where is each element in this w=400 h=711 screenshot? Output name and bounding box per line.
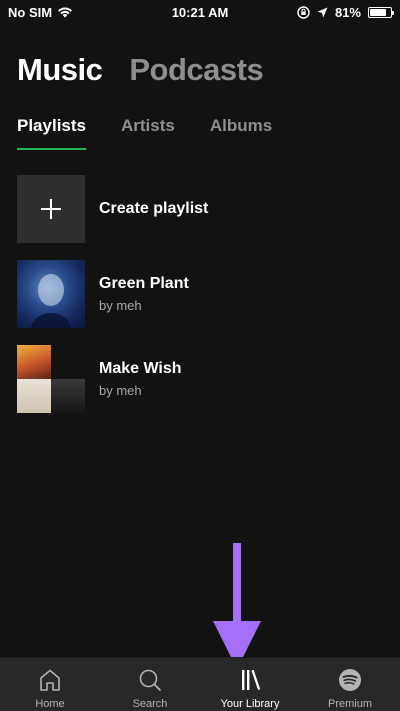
carrier-label: No SIM [8,4,53,20]
tab-premium[interactable]: Premium [300,658,400,711]
spotify-icon [339,669,361,691]
library-icon [242,669,261,690]
tab-your-library[interactable]: Your Library [200,658,300,711]
status-left: No SIM [8,5,73,20]
mosaic-tile [17,378,51,413]
library-header: Music Podcasts [17,52,264,88]
tab-music[interactable]: Music [17,52,103,88]
status-bar: No SIM 10:21 AM 81% [0,0,400,24]
search-icon [139,669,161,691]
playlist-cover-mosaic [17,344,85,413]
library-subtabs: Playlists Artists Albums [17,116,272,150]
tab-podcasts[interactable]: Podcasts [129,52,263,88]
status-right: 81% [297,4,394,20]
tab-search[interactable]: Search [100,658,200,711]
tab-home-label: Home [35,698,65,710]
battery-fill [370,8,387,16]
home-icon [40,669,60,691]
playlist-owner: by meh [99,297,142,313]
battery-percent: 81% [334,4,361,20]
playlist-title: Make Wish [99,359,182,377]
playlist-text: Green Plant by meh [99,275,189,313]
tab-your-library-label: Your Library [220,698,280,710]
create-playlist-tile [17,174,85,243]
subtab-playlists[interactable]: Playlists [17,116,86,150]
annotation-arrow [213,543,261,669]
subtab-artists[interactable]: Artists [121,116,175,146]
create-playlist-text: Create playlist [99,200,208,218]
playlist-row[interactable]: Green Plant by meh [17,251,387,336]
playlist-cover-image [17,259,85,328]
create-playlist-label: Create playlist [99,199,209,217]
battery-icon [368,6,394,18]
subtab-albums[interactable]: Albums [210,116,272,146]
tab-search-label: Search [132,698,168,710]
mosaic-tile [51,344,85,379]
cover-figure [31,273,71,328]
playlist-row[interactable]: Make Wish by meh [17,336,387,421]
mosaic-tile [17,344,51,379]
playlist-title: Green Plant [99,274,189,292]
tab-premium-label: Premium [327,698,372,710]
playlist-text: Make Wish by meh [99,360,182,398]
tab-home[interactable]: Home [0,658,100,711]
create-playlist-row[interactable]: Create playlist [17,166,387,251]
wifi-icon [58,7,73,18]
mosaic-tile [51,378,85,413]
bottom-tab-bar: Home Search Your Library Premium [0,657,400,711]
playlist-owner: by meh [99,382,142,398]
location-icon [317,7,328,17]
orientation-lock-icon [297,5,310,19]
playlist-list: Create playlist Green Plant by meh Make … [17,166,387,421]
plus-icon [41,198,61,219]
